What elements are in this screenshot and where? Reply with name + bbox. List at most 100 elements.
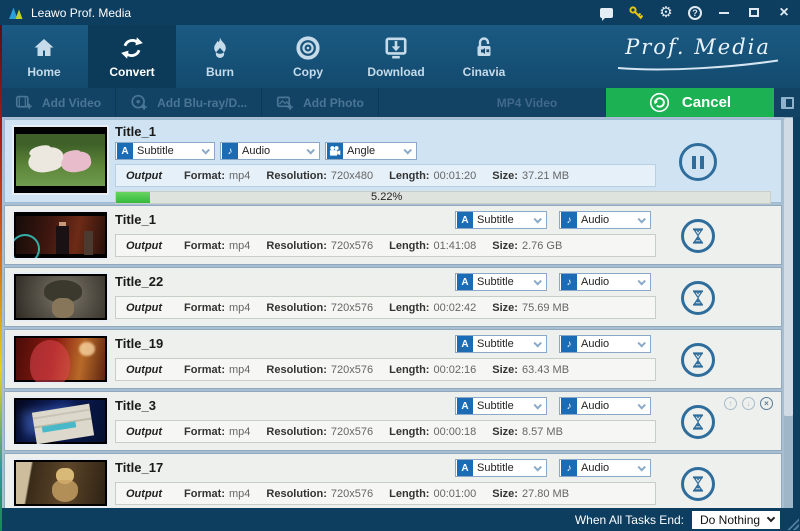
subtitle-icon: A (457, 336, 473, 352)
nav-tab-copy[interactable]: Copy (264, 25, 352, 88)
length-value: 00:01:20 (433, 169, 477, 182)
tasks-end-label: When All Tasks End: (574, 512, 684, 527)
tasks-end-dropdown[interactable]: Do Nothing (692, 510, 780, 529)
audio-value: Audio (581, 338, 610, 350)
resolution-value: 720x576 (330, 301, 374, 314)
subtitle-icon: A (457, 212, 473, 228)
subtitle-icon: A (117, 143, 133, 159)
audio-dropdown[interactable]: ♪ Audio (559, 335, 651, 353)
waiting-button[interactable] (681, 281, 715, 315)
download-icon (382, 35, 410, 61)
chevron-down-icon (637, 401, 646, 410)
subtitle-icon: A (457, 274, 473, 290)
nav-tab-download[interactable]: Download (352, 25, 440, 88)
output-label: Output (126, 363, 163, 376)
audio-dropdown[interactable]: ♪ Audio (559, 211, 651, 229)
panel-toggle-icon[interactable] (774, 88, 800, 117)
maximize-icon[interactable] (746, 5, 762, 21)
help-icon[interactable]: ? (688, 5, 702, 20)
nav-tab-cinavia[interactable]: Cinavia (440, 25, 528, 88)
length-label: Length: (389, 425, 430, 438)
task-row-hovered[interactable]: Title_3 A Subtitle ♪ Audio ↑ ↓ × Output … (4, 391, 782, 451)
titlebar-controls: ⚙ ? × (598, 4, 792, 21)
disc-plus-icon (130, 94, 148, 111)
size-value: 63.43 MB (521, 363, 570, 376)
close-icon[interactable]: × (776, 4, 792, 21)
move-up-icon[interactable]: ↑ (724, 397, 737, 410)
audio-note-icon: ♪ (561, 212, 577, 228)
waiting-button[interactable] (681, 405, 715, 439)
chevron-down-icon (306, 146, 315, 155)
audio-note-icon: ♪ (561, 336, 577, 352)
pause-button[interactable] (679, 143, 717, 181)
subtitle-dropdown[interactable]: A Subtitle (455, 211, 547, 229)
format-value: mp4 (229, 169, 251, 182)
video-thumbnail (12, 396, 109, 446)
angle-dropdown[interactable]: Angle (325, 142, 417, 160)
resolution-label: Resolution: (266, 239, 327, 252)
cancel-button[interactable]: Cancel (606, 88, 774, 117)
nav-tab-home[interactable]: Home (0, 25, 88, 88)
convert-icon (118, 35, 146, 61)
task-row[interactable]: Title_19 A Subtitle ♪ Audio Output Forma… (4, 329, 782, 389)
subtitle-dropdown[interactable]: A Subtitle (455, 273, 547, 291)
output-label: Output (126, 425, 163, 438)
chevron-down-icon (403, 146, 412, 155)
profile-mp4-button[interactable]: MP4 Video (487, 88, 567, 117)
task-row[interactable]: Title_17 A Subtitle ♪ Audio Output Forma… (4, 453, 782, 508)
format-label: Format: (184, 169, 225, 182)
brand-logo: Prof. Media (614, 35, 782, 71)
subtitle-dropdown[interactable]: A Subtitle (455, 459, 547, 477)
remove-task-icon[interactable]: × (760, 397, 773, 410)
footer-bar: When All Tasks End: Do Nothing (0, 508, 800, 531)
resolution-label: Resolution: (266, 363, 327, 376)
output-info: Output Format: mp4 Resolution: 720x576 Len… (115, 482, 656, 505)
add-photo-button[interactable]: Add Photo (262, 88, 379, 117)
resize-grip[interactable] (786, 517, 799, 530)
minimize-icon[interactable] (716, 5, 732, 21)
audio-dropdown[interactable]: ♪ Audio (220, 142, 320, 160)
add-video-button[interactable]: Add Video (0, 88, 117, 117)
scrollbar-thumb[interactable] (784, 118, 793, 416)
stream-dropdowns: A Subtitle ♪ Audio (455, 273, 651, 291)
task-row[interactable]: Title_1 A Subtitle ♪ Audio Output Format… (4, 205, 782, 265)
move-down-icon[interactable]: ↓ (742, 397, 755, 410)
size-label: Size: (492, 301, 518, 314)
chevron-down-icon (766, 513, 776, 522)
add-bluray-button[interactable]: Add Blu-ray/D... (116, 88, 263, 117)
task-row[interactable]: Title_22 A Subtitle ♪ Audio Output Forma… (4, 267, 782, 327)
settings-gear-icon[interactable]: ⚙ (658, 5, 674, 21)
waiting-button[interactable] (681, 343, 715, 377)
subtitle-dropdown[interactable]: A Subtitle (455, 397, 547, 415)
register-key-icon[interactable] (628, 5, 644, 21)
subtitle-dropdown[interactable]: A Subtitle (115, 142, 215, 160)
subtitle-icon: A (457, 460, 473, 476)
photo-plus-icon (276, 94, 294, 111)
subtitle-icon: A (457, 398, 473, 414)
task-title: Title_1 (115, 124, 156, 139)
cinavia-icon (470, 35, 498, 61)
audio-dropdown[interactable]: ♪ Audio (559, 397, 651, 415)
app-window: Leawo Prof. Media ⚙ ? × Home Convert Bur… (0, 0, 800, 531)
waiting-button[interactable] (681, 467, 715, 501)
resolution-label: Resolution: (266, 425, 327, 438)
nav-tab-burn[interactable]: Burn (176, 25, 264, 88)
message-icon[interactable] (598, 5, 614, 21)
length-label: Length: (389, 487, 430, 500)
task-row-converting[interactable]: Title_1 A Subtitle ♪ Audio Angle Output … (4, 119, 782, 204)
chevron-down-icon (533, 339, 542, 348)
audio-dropdown[interactable]: ♪ Audio (559, 459, 651, 477)
waiting-button[interactable] (681, 219, 715, 253)
nav-label: Home (27, 64, 61, 79)
stream-dropdowns: A Subtitle ♪ Audio (455, 459, 651, 477)
audio-dropdown[interactable]: ♪ Audio (559, 273, 651, 291)
video-thumbnail (12, 210, 109, 260)
nav-tab-convert[interactable]: Convert (88, 25, 176, 88)
subtitle-dropdown[interactable]: A Subtitle (455, 335, 547, 353)
format-value: mp4 (229, 239, 251, 252)
format-label: Format: (184, 487, 225, 500)
cancel-label: Cancel (681, 94, 732, 111)
video-thumbnail (12, 272, 109, 322)
output-info: Output Format: mp4 Resolution: 720x576 Len… (115, 420, 656, 443)
angle-camera-icon (327, 143, 343, 159)
